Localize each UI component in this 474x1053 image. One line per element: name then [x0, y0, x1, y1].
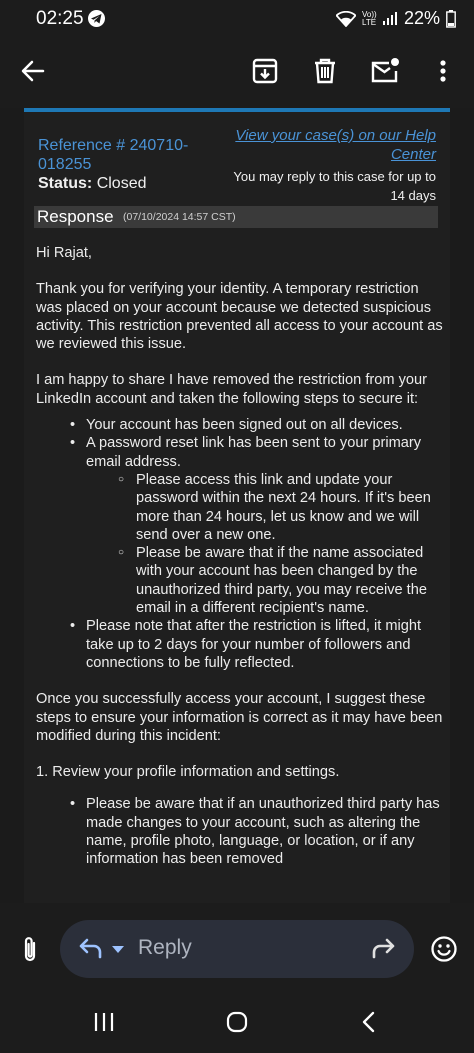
home-icon[interactable]: [226, 1011, 248, 1033]
status-time: 02:25: [36, 8, 84, 29]
email-body: Reference # 240710-018255 Status: Closed…: [24, 108, 450, 903]
system-navigation-bar: [0, 1003, 474, 1043]
back-nav-icon[interactable]: [361, 1011, 377, 1033]
paragraph-suggestions: Once you successfully access your accoun…: [36, 691, 443, 744]
recent-apps-icon[interactable]: [93, 1011, 115, 1033]
signal-icon: [382, 11, 397, 25]
list-item: Your account has been signed out on all …: [36, 416, 446, 435]
delete-icon[interactable]: [308, 54, 342, 88]
reply-label: Reply: [138, 936, 192, 959]
app-bar: [0, 36, 474, 108]
status-value: Closed: [96, 175, 147, 192]
mark-unread-icon[interactable]: [368, 54, 402, 88]
bottom-bar: Reply: [0, 903, 474, 1053]
reply-arrow-icon[interactable]: [76, 937, 104, 961]
status-indicators: Vo)) LTE 22%: [335, 8, 456, 29]
list-item: Please note that after the restriction i…: [36, 617, 446, 672]
reply-window-note: You may reply to this case for up to 14 …: [233, 169, 436, 203]
emoji-icon[interactable]: [430, 935, 458, 968]
response-title: Response: [37, 207, 114, 226]
wifi-icon: [335, 10, 356, 27]
attachment-icon[interactable]: [20, 935, 40, 970]
battery-icon: [446, 9, 456, 28]
archive-icon[interactable]: [248, 54, 282, 88]
steps-list: Your account has been signed out on all …: [36, 416, 446, 672]
paragraph-restriction-removed: I am happy to share I have removed the r…: [36, 372, 427, 407]
status-label: Status:: [38, 175, 93, 192]
sub-list-item: Please access this link and update your …: [36, 471, 446, 544]
message-text: Hi Rajat, Thank you for verifying your i…: [36, 244, 446, 869]
case-status: Status: Closed: [38, 175, 147, 193]
status-bar: 02:25 Vo)) LTE 22%: [0, 0, 474, 36]
greeting: Hi Rajat,: [36, 245, 92, 261]
more-vert-icon[interactable]: [426, 54, 460, 88]
telegram-icon: [88, 10, 105, 27]
paragraph-verification: Thank you for verifying your identity. A…: [36, 281, 443, 353]
network-label: Vo)) LTE: [361, 9, 377, 27]
step-review-profile: 1. Review your profile information and s…: [36, 764, 340, 781]
forward-arrow-icon[interactable]: [370, 937, 398, 961]
sub-list-item: Please be aware that if the name associa…: [36, 544, 446, 617]
reply-options-chevron-icon[interactable]: [112, 946, 124, 953]
back-arrow-icon[interactable]: [16, 54, 50, 88]
response-header: Response (07/10/2024 14:57 CST): [34, 206, 438, 228]
response-date: (07/10/2024 14:57 CST): [123, 211, 236, 223]
email-content-area[interactable]: Reference # 240710-018255 Status: Closed…: [0, 108, 474, 903]
reply-box[interactable]: Reply: [60, 920, 414, 978]
accent-bar: [24, 108, 450, 112]
case-reference: Reference # 240710-018255: [38, 137, 189, 173]
help-center-link[interactable]: View your case(s) on our Help Center: [216, 126, 436, 164]
list-item: A password reset link has been sent to y…: [36, 434, 446, 471]
list-item: Please be aware that if an unauthorized …: [36, 795, 446, 868]
battery-percent: 22%: [403, 8, 440, 28]
